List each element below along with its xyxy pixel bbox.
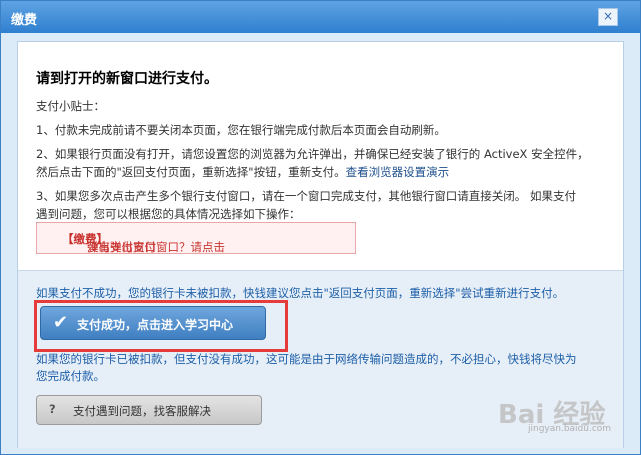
- tip-1: 1、付款未完成前请不要关闭本页面，您在银行端完成付款后本页面会自动刷新。: [36, 123, 446, 137]
- tip-2-line-2: 然后点击下面的"返回支付页面，重新选择"按钮，重新支付。查看浏览器设置演示: [36, 164, 449, 180]
- payment-dialog: 缴费 × 请到打开的新窗口进行支付。 支付小贴士： 1、付款未完成前请不要关闭本…: [0, 0, 641, 455]
- tip-3-line-2: 遇到问题，您可以根据您的具体情况选择如下操作：: [36, 207, 301, 221]
- tip-2-line-1: 2、如果银行页面没有打开，请您设置您的浏览器为允许弹出，并确保已经安装了银行的 …: [36, 147, 589, 161]
- dialog-title: 缴费: [11, 13, 38, 28]
- question-icon: ?: [49, 402, 56, 416]
- tips-title: 支付小贴士：: [36, 99, 105, 113]
- tip-3-line-1: 3、如果您多次点击产生多个银行支付窗口，请在一个窗口完成支付，其他银行窗口请直接…: [36, 189, 576, 203]
- notice-suffix: 弹出支付窗口: [87, 240, 156, 254]
- close-icon[interactable]: ×: [598, 8, 618, 26]
- popup-notice-text: 没有弹出支付窗口？请点击 【缴费】 弹出支付窗口: [62, 231, 225, 254]
- payment-success-label: 支付成功，点击进入学习中心: [77, 318, 234, 332]
- payment-success-button[interactable]: ✔ 支付成功，点击进入学习中心: [40, 306, 266, 340]
- deducted-line-1: 如果您的银行卡已被扣款，但支付没有成功，这可能是由于网络传输问题造成的，不必担心…: [36, 352, 577, 366]
- fail-instruction: 如果支付不成功，您的银行卡未被扣款，快钱建议您点击"返回支付页面，重新选择"尝试…: [36, 286, 565, 300]
- browser-settings-demo-link[interactable]: 查看浏览器设置演示: [346, 165, 450, 179]
- contact-support-button[interactable]: ? 支付遇到问题，找客服解决: [36, 395, 262, 425]
- dialog-titlebar: 缴费 ×: [1, 1, 640, 33]
- popup-notice: 没有弹出支付窗口？请点击 【缴费】 弹出支付窗口: [36, 222, 356, 254]
- tip-2-text: 然后点击下面的"返回支付页面，重新选择"按钮，重新支付。: [36, 165, 346, 179]
- contact-support-label: 支付遇到问题，找客服解决: [73, 404, 211, 418]
- page-title: 请到打开的新窗口进行支付。: [36, 71, 218, 87]
- dialog-content: 请到打开的新窗口进行支付。 支付小贴士： 1、付款未完成前请不要关闭本页面，您在…: [17, 41, 624, 448]
- check-icon: ✔: [53, 312, 69, 333]
- deducted-line-2: 您完成付款。: [36, 369, 105, 383]
- baidu-watermark-url: jingyan.baidu.com: [528, 424, 612, 434]
